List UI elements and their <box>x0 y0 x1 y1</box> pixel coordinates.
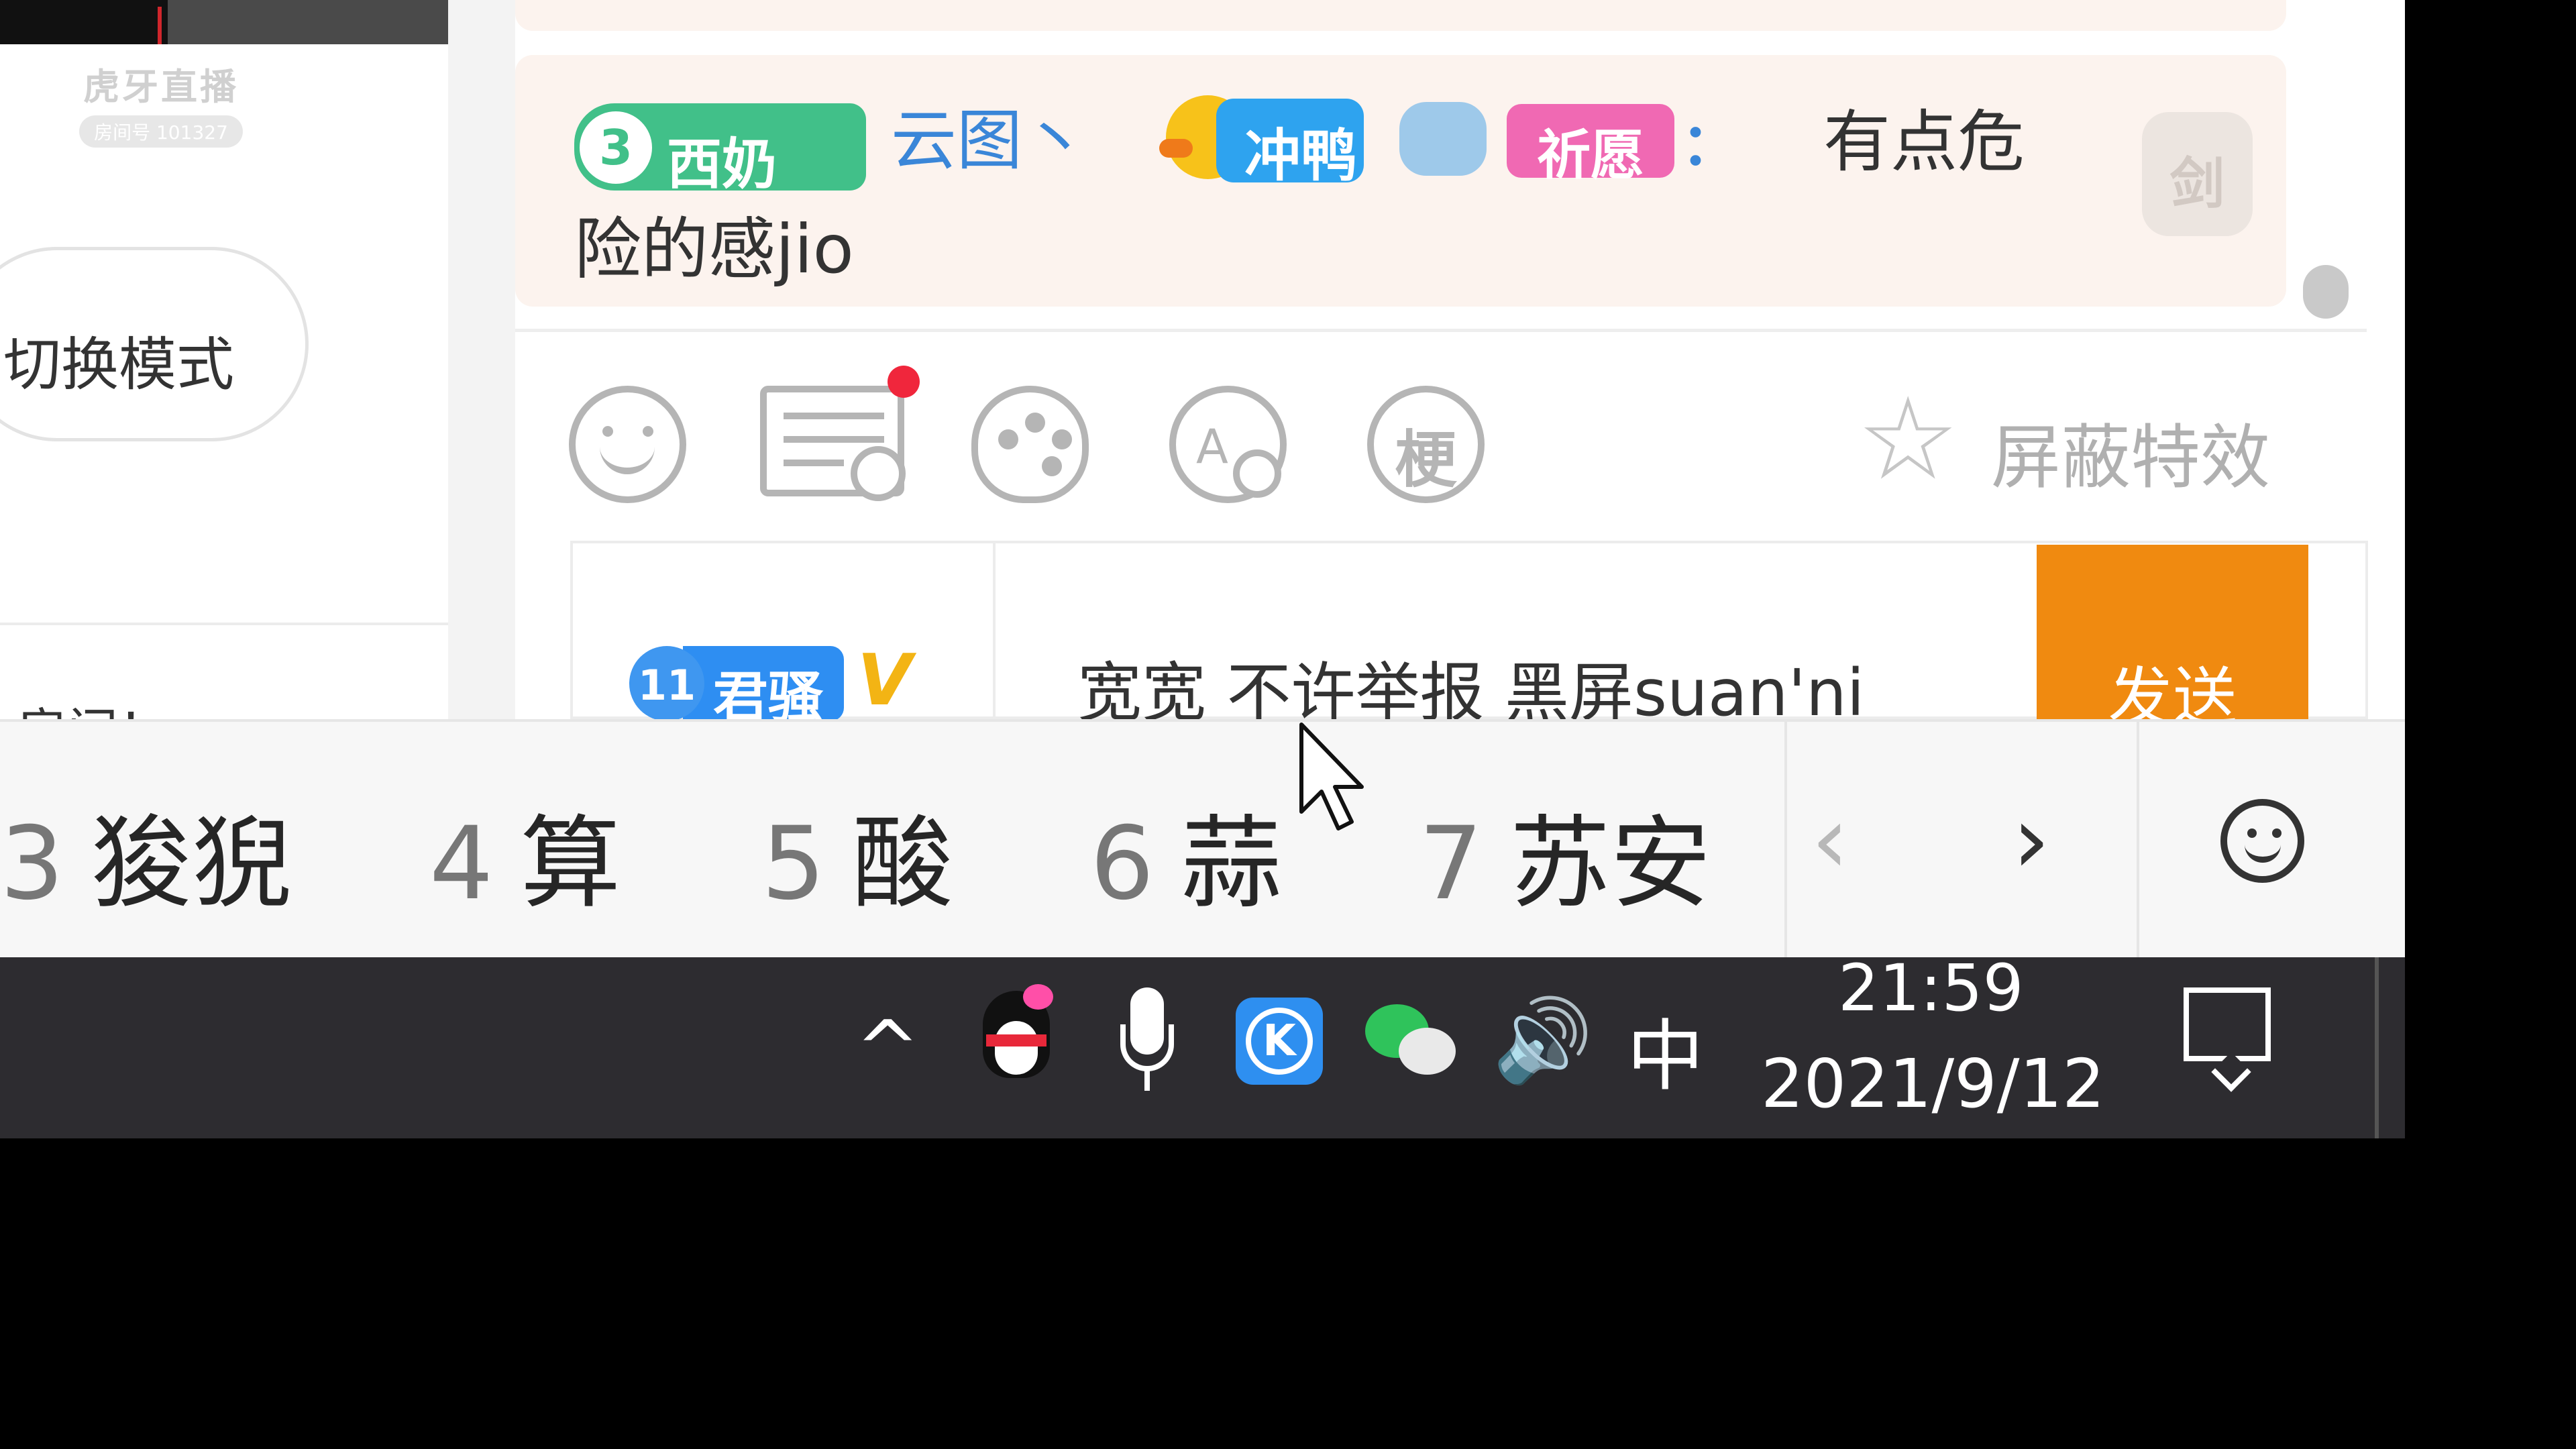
meme-icon[interactable]: 梗 <box>1367 386 1485 503</box>
message-text-line2: 险的感jio <box>574 210 854 288</box>
fan-level: 11 <box>637 661 696 710</box>
divider <box>515 329 2367 332</box>
candidate-number: 4 <box>429 806 494 922</box>
qq-penguin-icon[interactable] <box>976 984 1057 1091</box>
switch-mode-label: 切换模式 <box>3 331 234 398</box>
taskbar: ^ K 🔊 中 21:59 2021/9/12 <box>0 951 2405 1138</box>
rocket-icon <box>1399 102 1487 176</box>
red-dot-indicator <box>888 366 920 398</box>
gift-badge-duck: 冲鸭 <box>1152 85 1371 189</box>
vip-icon: V <box>857 639 912 721</box>
previous-message <box>515 0 2286 31</box>
watermark-room-number: 房间号 101327 <box>79 115 243 148</box>
volume-icon[interactable]: 🔊 <box>1493 994 1593 1088</box>
text-ban-icon[interactable]: A <box>1169 386 1287 503</box>
stream-video-strip <box>0 0 448 44</box>
divider <box>2137 722 2139 960</box>
palette-icon[interactable] <box>971 386 1089 503</box>
message-colon: ： <box>1681 111 1739 178</box>
sword-badge-icon: 剑 <box>2142 112 2253 236</box>
gift-label: 祈愿 <box>1537 124 1644 186</box>
clock-time[interactable]: 21:59 <box>1838 951 2024 1026</box>
send-button[interactable]: 发送 <box>2037 545 2308 734</box>
heart-icon: 11 <box>629 646 704 721</box>
chevron-left-icon[interactable]: ‹ <box>1811 786 1849 895</box>
divider <box>1784 722 1787 960</box>
candidate-text: 狻猊 <box>91 806 292 922</box>
candidate-text: 蒜 <box>1181 806 1282 922</box>
ime-mode-indicator[interactable]: 中 <box>1627 994 1704 1106</box>
fan-level: 3 <box>598 119 633 176</box>
my-fan-badge[interactable]: 君骚 11 V <box>629 639 912 730</box>
text-tool-label: A <box>1196 419 1228 474</box>
chevron-right-icon[interactable]: › <box>2012 786 2050 895</box>
ime-candidate[interactable]: 6蒜 <box>1090 782 1281 928</box>
emoji-icon[interactable] <box>569 386 686 503</box>
message-text-line1: 有点危 <box>1823 103 2025 181</box>
input-separator <box>993 541 996 719</box>
candidate-number: 3 <box>0 806 64 922</box>
star-icon[interactable]: ☆ <box>1857 382 1959 496</box>
warning-icon <box>851 446 906 501</box>
notification-icon[interactable] <box>2184 987 2271 1061</box>
ime-candidate-bar: 3 狻猊 4算 5酸 6蒜 7 苏安 ‹ › <box>0 719 2405 960</box>
clock-date[interactable]: 2021/9/12 <box>1761 1044 2105 1123</box>
microphone-icon[interactable] <box>1117 987 1177 1095</box>
ime-candidate[interactable]: 5酸 <box>761 782 953 928</box>
switch-mode-button[interactable]: 切换模式 <box>0 247 309 441</box>
candidate-number: 6 <box>1090 806 1155 922</box>
heart-icon: 3 <box>580 111 652 184</box>
message-username[interactable]: 云图丶 <box>891 87 1088 182</box>
candidate-number: 7 <box>1419 806 1483 922</box>
candidate-text: 苏安 <box>1509 806 1711 922</box>
divider <box>0 623 448 625</box>
kugou-icon[interactable]: K <box>1236 998 1323 1085</box>
chat-scrollbar-thumb[interactable] <box>2303 265 2349 319</box>
wechat-icon[interactable] <box>1365 998 1459 1085</box>
column-separator <box>448 0 515 719</box>
stream-watermark: 虎牙直播 房间号 101327 <box>64 57 258 148</box>
candidate-number: 5 <box>761 806 826 922</box>
gift-badge-wish: 祈愿 ： <box>1399 92 1739 186</box>
candidate-text: 酸 <box>852 806 953 922</box>
ime-candidate[interactable]: 3 狻猊 <box>0 782 292 928</box>
watermark-title: 虎牙直播 <box>83 66 239 108</box>
smiley-icon[interactable] <box>2220 799 2304 883</box>
screen: 虎牙直播 房间号 101327 切换模式 ·房间！ 3 西奶 云图丶 冲鸭 <box>0 0 2405 1138</box>
chat-panel: 3 西奶 云图丶 冲鸭 祈愿 ： 有点危 险的感jio 剑 A 梗 ☆ 屏蔽特效… <box>515 0 2405 734</box>
show-desktop-edge[interactable] <box>2375 957 2379 1138</box>
mouse-cursor-icon <box>1299 722 1364 830</box>
ime-candidate[interactable]: 4算 <box>429 782 621 928</box>
candidate-text: 算 <box>520 806 621 922</box>
gift-label: 冲鸭 <box>1244 123 1358 189</box>
block-effects-button[interactable]: 屏蔽特效 <box>1991 400 2270 502</box>
meme-label: 梗 <box>1395 424 1457 496</box>
fan-badge-name: 西奶 <box>667 133 777 197</box>
fan-badge[interactable]: 3 西奶 <box>574 103 866 197</box>
chat-message: 3 西奶 云图丶 冲鸭 祈愿 ： 有点危 险的感jio 剑 <box>515 55 2286 307</box>
chevron-up-icon[interactable]: ^ <box>855 1004 920 1094</box>
notice-icon[interactable] <box>760 366 920 501</box>
ime-candidate[interactable]: 7 苏安 <box>1419 782 1711 928</box>
